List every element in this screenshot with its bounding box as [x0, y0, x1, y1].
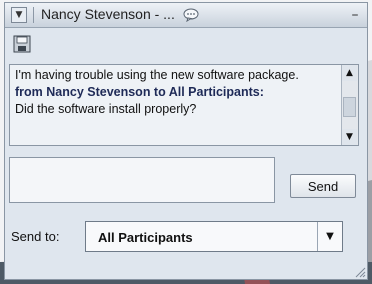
arrow-down-icon: ▼ — [346, 132, 353, 142]
resize-grip-icon[interactable] — [354, 266, 366, 278]
scroll-up-button[interactable]: ▲ — [342, 65, 357, 81]
send-to-label: Send to: — [11, 229, 60, 244]
minimize-icon: – — [351, 7, 359, 23]
send-button[interactable]: Send — [290, 174, 356, 198]
scroll-thumb[interactable] — [343, 97, 356, 117]
collapse-button[interactable]: ▼ — [11, 7, 27, 23]
chat-titlebar[interactable]: ▼ Nancy Stevenson - ... – — [5, 3, 367, 28]
send-to-selected: All Participants — [98, 230, 193, 245]
arrow-up-icon: ▲ — [346, 68, 353, 78]
message-text: I'm having trouble using the new softwar… — [15, 68, 299, 82]
message-input[interactable] — [9, 157, 275, 203]
floppy-disk-icon[interactable] — [13, 35, 31, 53]
minimize-button[interactable]: – — [343, 3, 367, 27]
chat-toolbar — [5, 28, 367, 64]
chevron-down-icon: ▼ — [326, 231, 334, 242]
chat-title: Nancy Stevenson - ... — [41, 6, 175, 22]
dropdown-arrow-button[interactable]: ▼ — [317, 222, 342, 251]
message-scrollbar[interactable]: ▲ ▼ — [341, 65, 358, 145]
titlebar-divider — [33, 7, 34, 23]
speech-bubble-icon — [183, 8, 199, 22]
message-header: from Nancy Stevenson to All Participants… — [15, 85, 264, 99]
send-to-dropdown[interactable]: All Participants ▼ — [85, 221, 343, 252]
scroll-down-button[interactable]: ▼ — [342, 129, 357, 145]
triangle-down-icon: ▼ — [15, 10, 23, 20]
chat-panel: ▼ Nancy Stevenson - ... – I'm having tro… — [4, 2, 368, 280]
message-text: Did the software install properly? — [15, 102, 197, 116]
message-list: I'm having trouble using the new softwar… — [15, 67, 337, 118]
chat-message-area[interactable]: I'm having trouble using the new softwar… — [9, 64, 359, 146]
